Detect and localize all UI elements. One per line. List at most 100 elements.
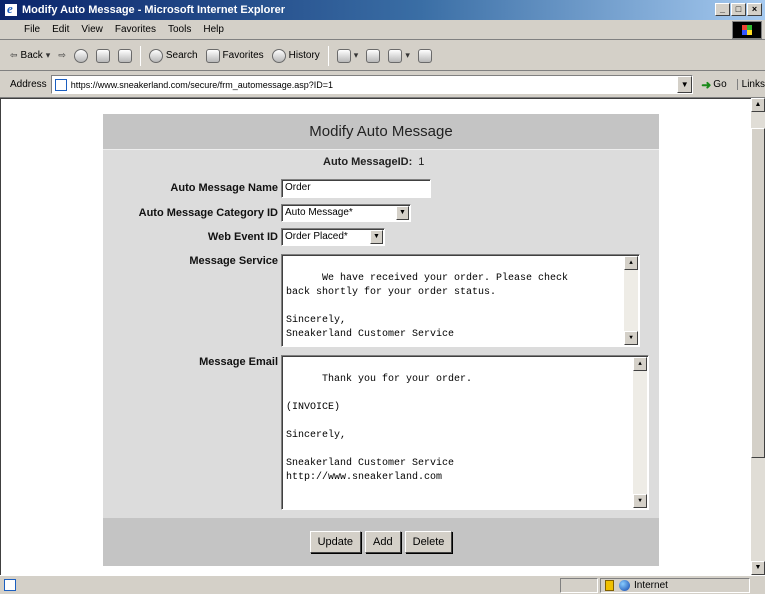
scroll-down-icon[interactable]: ▼: [633, 494, 647, 508]
add-button[interactable]: Add: [365, 531, 401, 553]
window-controls: _ □ ×: [715, 3, 762, 16]
lock-icon: [605, 580, 614, 591]
category-select[interactable]: Auto Message* ▼: [281, 204, 411, 222]
menu-file[interactable]: File: [0, 24, 46, 35]
print-icon: [366, 48, 381, 63]
search-button[interactable]: Search: [148, 48, 198, 63]
refresh-button[interactable]: [95, 48, 110, 63]
message-email-text: Thank you for your order. (INVOICE) Sinc…: [286, 374, 473, 483]
page-viewport: Modify Auto Message Auto MessageID: 1 Aut…: [0, 98, 751, 575]
toolbar-separator: [327, 45, 329, 66]
page-icon: [54, 78, 67, 91]
security-zone: Internet: [600, 578, 750, 593]
history-icon: [271, 48, 286, 63]
category-label: Auto Message Category ID: [138, 207, 278, 219]
delete-button[interactable]: Delete: [404, 531, 453, 553]
address-dropdown-icon[interactable]: ▼: [677, 76, 693, 93]
back-arrow-icon: ⇦: [10, 50, 18, 60]
window-title: Modify Auto Message - Microsoft Internet…: [22, 4, 286, 16]
chevron-down-icon: ▼: [370, 230, 383, 244]
scroll-up-icon[interactable]: ▲: [751, 98, 765, 112]
service-label: Message Service: [189, 255, 278, 267]
dropdown-arrow-icon: ▾: [45, 50, 51, 60]
textarea-scrollbar[interactable]: ▲ ▼: [633, 357, 647, 508]
button-bar: Update Add Delete: [103, 518, 659, 566]
form-panel: Modify Auto Message Auto MessageID: 1 Aut…: [103, 114, 659, 566]
web-event-selected: Order Placed*: [285, 231, 348, 242]
form-heading: Modify Auto Message: [103, 114, 659, 150]
maximize-button[interactable]: □: [731, 3, 746, 16]
scroll-up-icon[interactable]: ▲: [633, 357, 647, 371]
mail-icon: [336, 48, 351, 63]
textarea-scrollbar[interactable]: ▲ ▼: [624, 256, 638, 345]
favorites-label: Favorites: [222, 50, 264, 61]
history-button[interactable]: History: [271, 48, 320, 63]
scroll-down-icon[interactable]: ▼: [751, 561, 765, 575]
edit-icon: [388, 48, 403, 63]
search-label: Search: [165, 50, 198, 61]
favorites-icon: [205, 48, 220, 63]
message-email-textarea[interactable]: Thank you for your order. (INVOICE) Sinc…: [281, 355, 649, 510]
mail-button[interactable]: ▾: [336, 48, 359, 63]
web-event-label: Web Event ID: [207, 231, 278, 243]
address-bar: Address https://www.sneakerland.com/secu…: [0, 72, 765, 98]
discuss-button[interactable]: [417, 48, 432, 63]
stop-button[interactable]: [73, 48, 88, 63]
address-field[interactable]: https://www.sneakerland.com/secure/frm_a…: [50, 75, 694, 94]
links-button[interactable]: Links: [736, 79, 765, 90]
page-status-icon: [4, 579, 16, 591]
menu-help[interactable]: Help: [197, 24, 230, 35]
history-label: History: [288, 50, 320, 61]
message-service-textarea[interactable]: We have received your order. Please chec…: [281, 254, 640, 347]
menu-view[interactable]: View: [75, 24, 109, 35]
message-service-text: We have received your order. Please chec…: [286, 273, 569, 340]
address-label: Address: [10, 79, 47, 90]
back-button[interactable]: ⇦ Back ▾: [10, 50, 50, 61]
menu-favorites[interactable]: Favorites: [109, 24, 162, 35]
zone-label: Internet: [634, 580, 668, 591]
id-value: 1: [418, 156, 425, 168]
close-button[interactable]: ×: [747, 3, 762, 16]
toolbar: ⇦ Back ▾ ⇨ Search Favorites History ▾ ▾: [0, 41, 765, 71]
minimize-button[interactable]: _: [715, 3, 730, 16]
discuss-icon: [417, 48, 432, 63]
favorites-button[interactable]: Favorites: [205, 48, 264, 63]
chevron-down-icon: ▼: [396, 206, 409, 220]
menu-edit[interactable]: Edit: [46, 24, 75, 35]
home-button[interactable]: [117, 48, 132, 63]
dropdown-arrow-icon: ▾: [353, 50, 359, 60]
go-arrow-icon: ➜: [701, 77, 712, 92]
category-selected: Auto Message*: [285, 207, 353, 218]
print-button[interactable]: [366, 48, 381, 63]
scroll-up-icon[interactable]: ▲: [624, 256, 638, 270]
status-cell: [560, 578, 598, 593]
scroll-thumb[interactable]: [751, 128, 765, 458]
dropdown-arrow-icon: ▾: [405, 50, 410, 60]
page-scrollbar[interactable]: ▲ ▼: [751, 98, 765, 575]
scroll-down-icon[interactable]: ▼: [624, 331, 638, 345]
globe-icon: [619, 580, 630, 591]
name-label: Auto Message Name: [170, 182, 278, 194]
id-label: Auto MessageID:: [323, 156, 413, 168]
auto-message-id: Auto MessageID: 1: [323, 156, 424, 168]
ie-icon: [4, 1, 18, 17]
web-event-select[interactable]: Order Placed* ▼: [281, 228, 385, 246]
address-url: https://www.sneakerland.com/secure/frm_a…: [70, 79, 334, 90]
email-label: Message Email: [199, 356, 278, 368]
back-label: Back: [20, 50, 43, 61]
refresh-icon: [95, 48, 110, 63]
edit-button[interactable]: ▾: [388, 48, 410, 63]
menu-tools[interactable]: Tools: [162, 24, 197, 35]
forward-button[interactable]: ⇨: [58, 50, 66, 61]
update-button[interactable]: Update: [309, 531, 362, 553]
go-button[interactable]: ➜ Go: [701, 78, 726, 92]
home-icon: [117, 48, 132, 63]
toolbar-separator: [139, 45, 141, 66]
go-label: Go: [713, 79, 727, 90]
windows-logo-icon: [732, 21, 762, 39]
stop-icon: [73, 48, 88, 63]
name-input[interactable]: Order: [281, 179, 431, 198]
title-bar: Modify Auto Message - Microsoft Internet…: [0, 0, 765, 20]
status-bar: Internet: [0, 575, 765, 594]
search-icon: [148, 48, 163, 63]
